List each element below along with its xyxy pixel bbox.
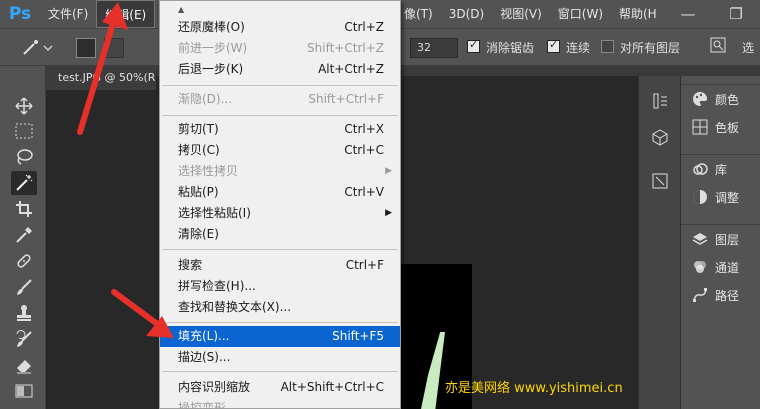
properties-panel-icon[interactable] bbox=[649, 170, 671, 192]
menu-item-copy[interactable]: 拷贝(C) Ctrl+C bbox=[160, 140, 400, 161]
menu-item-step-forward: 前进一步(W) Shift+Ctrl+Z bbox=[178, 41, 384, 55]
tolerance-input[interactable]: 32 bbox=[410, 38, 458, 58]
submenu-arrow-icon: ▶ bbox=[385, 208, 392, 218]
menu-item-find-replace[interactable]: 查找和替换文本(X)... bbox=[160, 297, 400, 318]
brush-tool-icon[interactable] bbox=[11, 275, 37, 299]
panel-tab-layers[interactable]: 图层 bbox=[681, 225, 760, 253]
contiguous-checkbox[interactable] bbox=[547, 38, 560, 53]
menu-item-content-aware-scale[interactable]: 内容识别缩放 Alt+Shift+Ctrl+C bbox=[160, 377, 400, 398]
sample-all-label: 对所有图层 bbox=[620, 41, 681, 55]
menu-view[interactable]: 视图(V) bbox=[492, 0, 550, 28]
swatches-grid-icon bbox=[691, 118, 709, 136]
watermark-text: 亦是美网络 www.yishimei.cn bbox=[445, 381, 623, 396]
menu-item-paste[interactable]: 粘贴(P) Ctrl+V bbox=[160, 182, 400, 203]
menu-3d[interactable]: 3D(D) bbox=[441, 0, 492, 28]
history-panel-icon[interactable] bbox=[649, 90, 671, 112]
healing-brush-tool-icon[interactable] bbox=[11, 249, 37, 273]
sample-all-checkbox[interactable] bbox=[601, 40, 614, 53]
panel-label-adjustments: 调整 bbox=[715, 190, 740, 205]
menu-window[interactable]: 窗口(W) bbox=[550, 0, 611, 28]
menu-item-step-backward[interactable]: 后退一步(K) Alt+Ctrl+Z bbox=[160, 59, 400, 80]
paths-icon bbox=[691, 286, 709, 304]
eraser-tool-icon[interactable] bbox=[11, 353, 37, 377]
menu-bar-right: 像(T) 3D(D) 视图(V) 窗口(W) 帮助(H bbox=[396, 0, 665, 28]
menu-separator bbox=[162, 322, 398, 323]
panel-tab-paths[interactable]: 路径 bbox=[681, 281, 760, 309]
gradient-tool-icon[interactable] bbox=[11, 379, 37, 403]
menu-item-cut[interactable]: 剪切(T) Ctrl+X bbox=[160, 119, 400, 140]
menu-separator bbox=[162, 115, 398, 116]
antialias-checkbox[interactable] bbox=[467, 38, 480, 53]
panel-label-layers: 图层 bbox=[715, 232, 740, 247]
crop-tool-icon[interactable] bbox=[11, 197, 37, 221]
lasso-tool-icon[interactable] bbox=[11, 145, 37, 169]
menu-item-search[interactable]: 搜索 Ctrl+F bbox=[160, 255, 400, 276]
menu-item-fade: 渐隐(D)... Shift+Ctrl+F bbox=[178, 92, 384, 106]
select-subject-icon[interactable] bbox=[710, 37, 726, 56]
menu-separator bbox=[162, 249, 398, 250]
menu-item-stroke[interactable]: 描边(S)... bbox=[160, 347, 400, 368]
menu-help[interactable]: 帮助(H bbox=[611, 0, 665, 28]
menu-item-copy-special: 选择性拷贝 ▶ bbox=[160, 161, 400, 182]
menu-image[interactable]: 像(T) bbox=[396, 0, 441, 28]
panel-label-paths: 路径 bbox=[715, 288, 740, 303]
eyedropper-tool-icon[interactable] bbox=[11, 223, 37, 247]
palette-icon bbox=[691, 90, 709, 108]
panel-tab-adjustments[interactable]: 调整 bbox=[681, 183, 760, 211]
submenu-arrow-icon: ▶ bbox=[385, 166, 392, 176]
panel-tab-swatches[interactable]: 色板 bbox=[681, 113, 760, 141]
clone-stamp-tool-icon[interactable] bbox=[11, 301, 37, 325]
panel-tab-libraries[interactable]: 库 bbox=[681, 155, 760, 183]
menu-separator bbox=[162, 85, 398, 86]
layers-icon bbox=[691, 230, 709, 248]
panel-label-channels: 通道 bbox=[715, 260, 740, 275]
color-panel-group: 颜色 色板 bbox=[681, 84, 760, 141]
menu-item-undo[interactable]: 还原魔棒(O) Ctrl+Z bbox=[160, 17, 400, 38]
adjustments-icon bbox=[691, 188, 709, 206]
channels-icon bbox=[691, 258, 709, 276]
panel-tab-channels[interactable]: 通道 bbox=[681, 253, 760, 281]
panel-label-color: 颜色 bbox=[715, 92, 740, 107]
panel-label-libraries: 库 bbox=[715, 162, 728, 177]
restore-button[interactable]: ❐ bbox=[714, 0, 758, 28]
magic-wand-preset-icon[interactable] bbox=[20, 37, 56, 59]
panel-label-swatches: 色板 bbox=[715, 120, 740, 135]
select-subject-label[interactable]: 选 bbox=[742, 39, 754, 56]
creative-cloud-icon bbox=[691, 160, 709, 178]
annotation-arrow-up bbox=[77, 2, 128, 135]
menu-item-spell-check[interactable]: 拼写检查(H)... bbox=[160, 276, 400, 297]
annotation-arrow-fill bbox=[111, 289, 174, 338]
3d-panel-icon[interactable] bbox=[649, 126, 671, 148]
menu-item-puppet-warp: 操控变形 bbox=[178, 401, 227, 409]
menu-item-clear[interactable]: 清除(E) bbox=[160, 224, 400, 245]
antialias-label: 消除锯齿 bbox=[486, 41, 535, 55]
magic-wand-tool-icon[interactable] bbox=[11, 171, 37, 195]
tools-panel bbox=[0, 66, 46, 409]
history-brush-tool-icon[interactable] bbox=[11, 327, 37, 351]
menu-item-fill[interactable]: 填充(L)... Shift+F5 bbox=[160, 326, 400, 347]
minimize-button[interactable]: — bbox=[666, 0, 710, 28]
layers-panel-group: 图层 通道 路径 bbox=[681, 224, 760, 309]
panel-dock: 颜色 色板 库 调整 图层 通道 路径 bbox=[680, 76, 760, 409]
menu-separator bbox=[162, 371, 398, 372]
library-panel-group: 库 调整 bbox=[681, 154, 760, 211]
contiguous-label: 连续 bbox=[566, 41, 591, 55]
scroll-up-icon[interactable]: ▲ bbox=[178, 5, 184, 14]
collapsed-panel-dock bbox=[638, 76, 680, 409]
photoshop-logo: Ps bbox=[8, 4, 32, 24]
move-tool-icon[interactable] bbox=[11, 94, 37, 118]
marquee-tool-icon[interactable] bbox=[11, 119, 37, 143]
panel-tab-color[interactable]: 颜色 bbox=[681, 85, 760, 113]
menu-item-paste-special[interactable]: 选择性粘贴(I) ▶ bbox=[160, 203, 400, 224]
edit-menu-dropdown: ▲ 还原魔棒(O) Ctrl+Z 前进一步(W) Shift+Ctrl+Z 后退一步… bbox=[159, 0, 401, 409]
